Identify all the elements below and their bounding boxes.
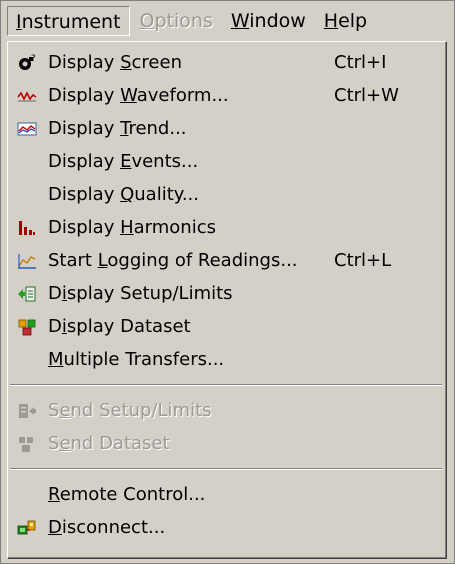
menu-item-display-waveform[interactable]: Display Waveform... Ctrl+W (12, 79, 440, 112)
menu-item-display-events[interactable]: Display Events... (12, 145, 440, 178)
dataset-icon (16, 316, 38, 338)
menu-item-label: Display Trend... (48, 118, 187, 139)
menubar-instrument[interactable]: Instrument (7, 6, 130, 36)
instrument-menu-dropdown: ? Display Screen Ctrl+I Display Waveform...… (7, 41, 447, 559)
empty-icon-slot (16, 349, 38, 371)
menu-item-multiple-transfers[interactable]: Multiple Transfers... (12, 343, 440, 376)
menu-item-disconnect[interactable]: Disconnect... (12, 511, 440, 544)
menu-item-label: Display Waveform... (48, 85, 229, 106)
setup-limits-icon (16, 283, 38, 305)
menubar-help[interactable]: Help (316, 6, 375, 36)
waveform-icon (16, 85, 38, 107)
empty-icon-slot (16, 184, 38, 206)
send-dataset-icon (16, 433, 38, 455)
application-window: Instrument Options Window Help ? Display Scr… (0, 0, 455, 564)
camera-screen-icon: ? (16, 52, 38, 74)
menu-item-label: Remote Control... (48, 484, 206, 505)
harmonics-bars-icon (16, 217, 38, 239)
menu-item-label: Send Dataset (48, 433, 170, 454)
menu-item-remote-control[interactable]: Remote Control... (12, 478, 440, 511)
menu-item-display-screen[interactable]: ? Display Screen Ctrl+I (12, 46, 440, 79)
menu-item-shortcut: Ctrl+L (334, 250, 392, 271)
svg-text:?: ? (31, 54, 36, 64)
menu-items-container: ? Display Screen Ctrl+I Display Waveform...… (8, 42, 446, 558)
menu-item-label: Start Logging of Readings... (48, 250, 298, 271)
menubar-window[interactable]: Window (223, 6, 314, 36)
menu-item-label: Display Screen (48, 52, 182, 73)
disconnect-icon (16, 517, 38, 539)
menu-item-shortcut: Ctrl+I (334, 52, 387, 73)
menu-item-send-dataset: Send Dataset (12, 427, 440, 460)
menu-item-label: Disconnect... (48, 517, 166, 538)
menu-item-display-harmonics[interactable]: Display Harmonics (12, 211, 440, 244)
menu-item-send-setup-limits: Send Setup/Limits (12, 394, 440, 427)
menu-item-label: Display Quality... (48, 184, 199, 205)
menu-item-display-quality[interactable]: Display Quality... (12, 178, 440, 211)
menu-item-label: Display Harmonics (48, 217, 216, 238)
menu-item-display-trend[interactable]: Display Trend... (12, 112, 440, 145)
logging-chart-icon (16, 250, 38, 272)
menubar-options: Options (139, 10, 213, 32)
menu-item-display-dataset[interactable]: Display Dataset (12, 310, 440, 343)
menu-item-start-logging-of-readings[interactable]: Start Logging of Readings... Ctrl+L (12, 244, 440, 277)
menu-item-label: Display Events... (48, 151, 199, 172)
menu-separator (10, 384, 442, 386)
send-setup-icon (16, 400, 38, 422)
menu-item-label: Display Dataset (48, 316, 191, 337)
menu-item-shortcut: Ctrl+W (334, 85, 399, 106)
empty-icon-slot (16, 484, 38, 506)
menu-bar: Instrument Options Window Help (7, 1, 377, 41)
menu-item-display-setup-limits[interactable]: Display Setup/Limits (12, 277, 440, 310)
menu-separator (10, 468, 442, 470)
empty-icon-slot (16, 151, 38, 173)
menu-item-label: Send Setup/Limits (48, 400, 212, 421)
menu-item-label: Multiple Transfers... (48, 349, 225, 370)
trend-icon (16, 118, 38, 140)
menu-item-label: Display Setup/Limits (48, 283, 233, 304)
